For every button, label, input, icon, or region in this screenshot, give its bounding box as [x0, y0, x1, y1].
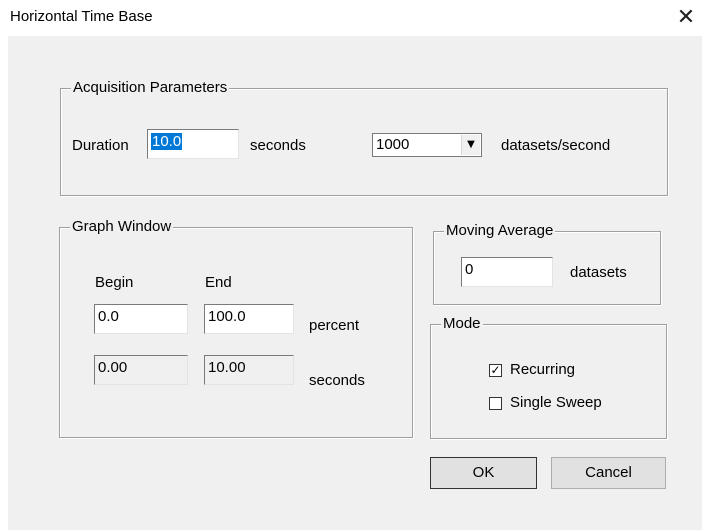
graph-window-group: Graph Window Begin End 0.0 100.0 percent… — [59, 218, 413, 438]
end-percent-value: 100.0 — [208, 308, 246, 325]
dialog-body: Acquisition Parameters Duration 10.0 sec… — [8, 36, 702, 530]
duration-value: 10.0 — [151, 133, 183, 150]
single-sweep-option[interactable]: Single Sweep — [489, 393, 649, 415]
moving-average-value: 0 — [465, 261, 474, 278]
end-label: End — [205, 274, 232, 291]
end-percent-input[interactable]: 100.0 — [204, 304, 294, 334]
recurring-option[interactable]: ✓ Recurring — [489, 360, 649, 382]
acquisition-parameters-legend: Acquisition Parameters — [71, 79, 230, 96]
moving-average-input[interactable]: 0 — [461, 257, 553, 287]
title-bar: Horizontal Time Base ✕ — [0, 0, 703, 36]
begin-seconds-field: 0.00 — [94, 355, 188, 385]
graph-window-legend: Graph Window — [70, 218, 174, 235]
mode-group: Mode ✓ Recurring Single Sweep — [430, 315, 667, 439]
begin-label: Begin — [95, 274, 134, 291]
begin-percent-value: 0.0 — [98, 308, 119, 325]
duration-label: Duration — [72, 137, 129, 154]
moving-average-unit: datasets — [570, 264, 627, 281]
window-title: Horizontal Time Base — [10, 8, 153, 25]
chevron-down-icon[interactable]: ▼ — [461, 135, 480, 155]
cancel-button[interactable]: Cancel — [551, 457, 666, 489]
recurring-label: Recurring — [510, 361, 576, 378]
end-seconds-field: 10.00 — [204, 355, 294, 385]
rate-select[interactable]: 1000 ▼ — [372, 133, 482, 157]
acquisition-parameters-group: Acquisition Parameters Duration 10.0 sec… — [60, 79, 668, 196]
duration-seconds-label: seconds — [250, 137, 306, 154]
end-seconds-value: 10.00 — [208, 359, 246, 376]
begin-percent-input[interactable]: 0.0 — [94, 304, 188, 334]
graph-seconds-label: seconds — [309, 372, 365, 389]
rate-value: 1000 — [376, 136, 410, 153]
begin-seconds-value: 0.00 — [98, 359, 128, 376]
duration-input[interactable]: 10.0 — [147, 129, 239, 159]
moving-average-legend: Moving Average — [444, 222, 556, 239]
mode-legend: Mode — [441, 315, 483, 332]
single-sweep-label: Single Sweep — [510, 394, 602, 411]
moving-average-group: Moving Average 0 datasets — [433, 222, 661, 305]
single-sweep-checkbox[interactable] — [489, 397, 502, 410]
percent-label: percent — [309, 317, 360, 334]
rate-unit-label: datasets/second — [501, 137, 611, 154]
ok-button[interactable]: OK — [430, 457, 537, 489]
recurring-checkbox[interactable]: ✓ — [489, 364, 502, 377]
close-icon[interactable]: ✕ — [672, 4, 700, 32]
